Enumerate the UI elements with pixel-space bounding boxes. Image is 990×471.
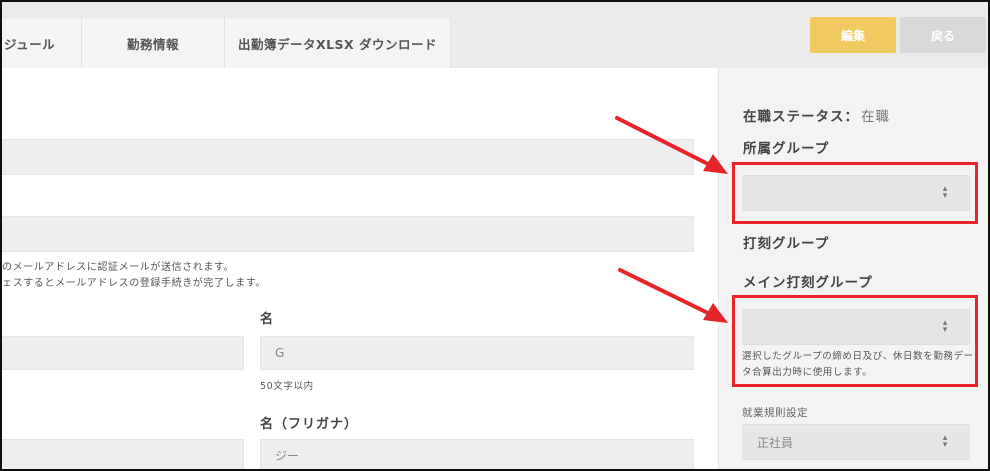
updown-caret-icon: ▴ ▾ bbox=[942, 433, 948, 450]
side-panel: 在職ステータス： 在職 所属グループ ▴ ▾ 打刻グループ メイン打刻グループ ▴ ▾… bbox=[718, 68, 990, 471]
group-label: 所属グループ bbox=[743, 141, 830, 157]
email-help-line-1: のメールアドレスに認証メールが送信されます。 bbox=[2, 262, 235, 273]
tab-attendance-xlsx-download[interactable]: 出勤簿データXLSX ダウンロード bbox=[225, 17, 451, 68]
text-field-1[interactable] bbox=[0, 139, 694, 175]
back-button[interactable]: 戻る bbox=[900, 17, 986, 53]
email-field[interactable] bbox=[0, 216, 694, 252]
employment-status: 在職ステータス： 在職 bbox=[743, 105, 890, 125]
email-help-line-2: ェスするとメールアドレスの登録手続きが完了します。 bbox=[2, 278, 266, 289]
first-name-label: 名 bbox=[260, 312, 275, 327]
highlight-group-select bbox=[732, 162, 978, 224]
last-name-field[interactable] bbox=[0, 336, 244, 370]
work-rule-value: 正社員 bbox=[757, 435, 794, 450]
punch-group-label: 打刻グループ bbox=[743, 236, 830, 252]
tab-work-info[interactable]: 勤務情報 bbox=[82, 17, 225, 68]
last-name-kana-field[interactable] bbox=[0, 439, 244, 471]
tab-schedule[interactable]: ジュール bbox=[0, 17, 82, 68]
top-tab-bar: ジュール 勤務情報 出勤簿データXLSX ダウンロード 編集 戻る bbox=[0, 0, 990, 68]
employment-status-label: 在職ステータス： bbox=[743, 109, 859, 125]
work-rule-label: 就業規則設定 bbox=[742, 407, 808, 419]
employment-status-value: 在職 bbox=[861, 109, 890, 125]
first-name-field[interactable]: G bbox=[260, 336, 694, 370]
employee-form: のメールアドレスに認証メールが送信されます。 ェスするとメールアドレスの登録手続… bbox=[0, 68, 718, 471]
first-name-kana-field[interactable]: ジー bbox=[260, 439, 694, 471]
work-rule-select[interactable]: 正社員 ▴ ▾ bbox=[742, 424, 970, 460]
edit-button[interactable]: 編集 bbox=[810, 17, 896, 53]
highlight-main-punch-group bbox=[732, 295, 978, 387]
first-name-kana-label: 名（フリガナ） bbox=[260, 417, 359, 432]
first-name-help: 50文字以内 bbox=[260, 381, 314, 392]
main-punch-group-label: メイン打刻グループ bbox=[743, 275, 873, 291]
